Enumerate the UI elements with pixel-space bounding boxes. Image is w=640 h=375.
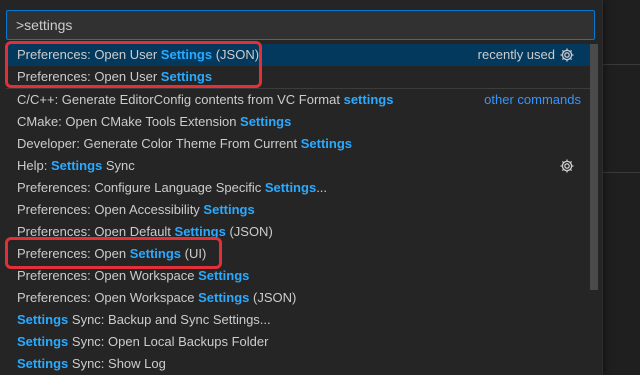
match-highlight: Settings: [129, 246, 182, 261]
gear-icon[interactable]: [559, 47, 575, 63]
match-highlight: Settings: [300, 136, 353, 151]
command-label: Preferences: Open Default: [17, 224, 175, 239]
command-label: Preferences: Open User: [17, 47, 161, 62]
command-label: Preferences: Open: [17, 246, 130, 261]
list-scrollbar[interactable]: [590, 44, 598, 290]
command-label-suffix: Sync: Open Local Backups Folder: [68, 334, 269, 349]
match-highlight: Settings: [17, 312, 69, 327]
command-item[interactable]: Preferences: Open Settings (UI): [6, 243, 590, 265]
command-label: Preferences: Open Workspace: [17, 290, 199, 305]
command-item[interactable]: CMake: Open CMake Tools Extension Settin…: [6, 111, 590, 133]
match-highlight: Settings: [174, 224, 226, 239]
command-label-suffix: Sync: Backup and Sync Settings...: [68, 312, 271, 327]
command-label-suffix: (UI): [181, 246, 207, 261]
command-item[interactable]: C/C++: Generate EditorConfig contents fr…: [6, 88, 590, 111]
command-item[interactable]: Preferences: Open Default Settings (JSON…: [6, 221, 590, 243]
command-label: Developer: Generate Color Theme From Cur…: [17, 136, 301, 151]
command-label-suffix: (JSON): [225, 224, 273, 239]
command-label: CMake: Open CMake Tools Extension: [17, 114, 241, 129]
command-item[interactable]: Preferences: Open Accessibility Settings: [6, 199, 590, 221]
match-highlight: Settings: [240, 114, 292, 129]
match-highlight: Settings: [198, 268, 250, 283]
command-search-input[interactable]: [7, 11, 594, 39]
match-highlight: Settings: [160, 69, 213, 84]
divider: [600, 64, 640, 65]
match-highlight: Settings: [160, 47, 213, 62]
editor-background: [600, 0, 640, 375]
recently-used-label: recently used: [477, 47, 555, 62]
other-commands-label: other commands: [484, 92, 581, 107]
match-highlight: Settings: [17, 334, 69, 349]
command-label-suffix: Sync: [102, 158, 135, 173]
command-label: Help:: [17, 158, 51, 173]
command-item[interactable]: Preferences: Open Workspace Settings (JS…: [6, 287, 590, 309]
match-highlight: Settings: [17, 356, 69, 371]
command-label-suffix: ...: [316, 180, 328, 195]
command-item[interactable]: Preferences: Open User Settings: [6, 66, 590, 88]
match-highlight: Settings: [50, 158, 103, 173]
command-item[interactable]: Preferences: Open User Settings (JSON) re…: [6, 44, 590, 66]
match-highlight: Settings: [198, 290, 250, 305]
command-label: Preferences: Open Accessibility: [17, 202, 204, 217]
command-label: C/C++: Generate EditorConfig contents fr…: [17, 92, 344, 107]
gear-icon[interactable]: [559, 158, 575, 174]
command-label: Preferences: Open User: [17, 69, 161, 84]
match-highlight: settings: [343, 92, 394, 107]
command-item[interactable]: Preferences: Open Workspace Settings: [6, 265, 590, 287]
command-item[interactable]: Settings Sync: Open Local Backups Folder: [6, 331, 590, 353]
command-label-suffix: (JSON): [249, 290, 297, 305]
command-label: Preferences: Open Workspace: [17, 268, 199, 283]
command-item[interactable]: Developer: Generate Color Theme From Cur…: [6, 133, 590, 155]
command-item[interactable]: Settings Sync: Backup and Sync Settings.…: [6, 309, 590, 331]
command-label: Preferences: Configure Language Specific: [17, 180, 265, 195]
command-list: Preferences: Open User Settings (JSON) re…: [6, 44, 590, 375]
match-highlight: Settings: [203, 202, 255, 217]
command-palette: Preferences: Open User Settings (JSON) re…: [0, 0, 603, 375]
command-label-suffix: Sync: Show Log: [68, 356, 166, 371]
command-item[interactable]: Preferences: Configure Language Specific…: [6, 177, 590, 199]
match-highlight: Settings: [264, 180, 317, 195]
command-item[interactable]: Settings Sync: Show Log: [6, 353, 590, 375]
divider: [600, 172, 640, 173]
search-box: [6, 10, 595, 40]
command-label-suffix: (JSON): [212, 47, 260, 62]
command-item[interactable]: Help: Settings Sync: [6, 155, 590, 177]
